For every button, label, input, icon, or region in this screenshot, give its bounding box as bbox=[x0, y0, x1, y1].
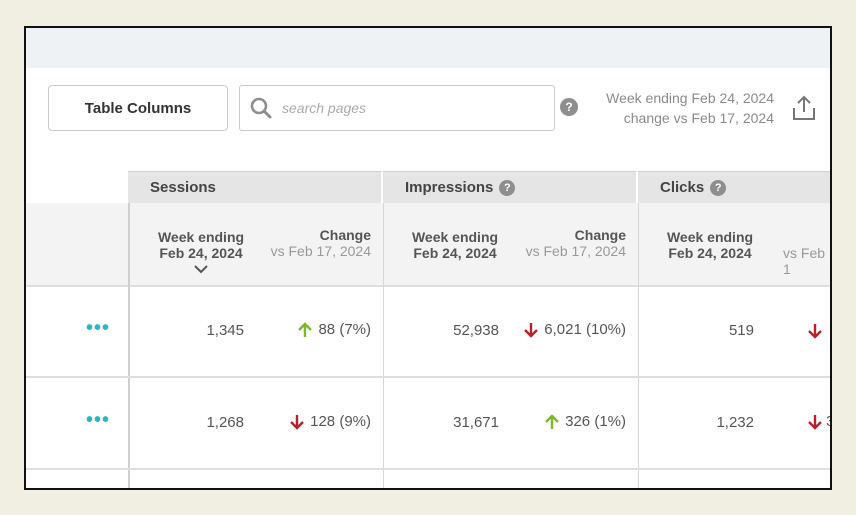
top-bar bbox=[26, 28, 830, 68]
header-line-2: vs Feb 17, 2024 bbox=[270, 243, 371, 259]
clicks-change: 35 bbox=[808, 413, 830, 430]
header-line-1: Week ending bbox=[666, 229, 754, 245]
search-icon bbox=[250, 97, 272, 119]
row-divider bbox=[26, 376, 830, 378]
period-line-2: change vs Feb 17, 2024 bbox=[623, 110, 774, 126]
group-header-clicks: Clicks ? bbox=[638, 171, 830, 203]
arrow-down-icon bbox=[808, 414, 822, 430]
impressions-value: 52,938 bbox=[453, 322, 499, 339]
group-header-impressions: Impressions ? bbox=[383, 171, 638, 203]
change-value: 6,021 (10%) bbox=[544, 321, 626, 338]
row-divider bbox=[26, 468, 830, 470]
header-line-2: Feb 24, 2024 bbox=[668, 245, 752, 261]
column-divider bbox=[638, 203, 639, 488]
group-label: Impressions bbox=[405, 179, 494, 196]
header-line-2: Feb 24, 2024 bbox=[413, 245, 497, 261]
chevron-down-icon[interactable] bbox=[193, 264, 209, 276]
export-icon[interactable] bbox=[791, 95, 817, 123]
period-line-1: Week ending Feb 24, 2024 bbox=[606, 90, 774, 106]
impressions-change-header[interactable]: Change vs Feb 17, 2024 bbox=[506, 227, 626, 259]
group-label: Sessions bbox=[150, 179, 216, 196]
clicks-change-header[interactable]: vs Feb 1 bbox=[783, 245, 830, 277]
change-value: 128 (9%) bbox=[310, 413, 371, 430]
help-icon[interactable]: ? bbox=[710, 179, 727, 196]
arrow-down-icon bbox=[524, 322, 539, 338]
search-input[interactable] bbox=[280, 99, 544, 117]
header-line-2: vs Feb 17, 2024 bbox=[525, 243, 626, 259]
header-line-2: Feb 24, 2024 bbox=[159, 245, 243, 261]
header-line-1: Week ending bbox=[411, 229, 499, 245]
group-label: Clicks bbox=[660, 179, 705, 196]
clicks-value: 1,232 bbox=[716, 414, 754, 431]
help-icon[interactable]: ? bbox=[560, 98, 578, 116]
header-line-1: Change bbox=[319, 227, 371, 243]
header-line-2: vs Feb 1 bbox=[783, 245, 826, 277]
change-value: 326 (1%) bbox=[565, 413, 626, 430]
sessions-change: 128 (9%) bbox=[231, 413, 371, 430]
arrow-down-icon bbox=[808, 324, 822, 339]
column-divider bbox=[128, 203, 130, 488]
column-divider bbox=[383, 203, 384, 488]
group-header-sessions: Sessions bbox=[128, 171, 383, 203]
impressions-change: 6,021 (10%) bbox=[486, 321, 626, 338]
sessions-value: 1,268 bbox=[206, 414, 244, 431]
period-label: Week ending Feb 24, 2024 change vs Feb 1… bbox=[606, 88, 774, 128]
clicks-week-header[interactable]: Week ending Feb 24, 2024 bbox=[655, 229, 765, 261]
sessions-week-header[interactable]: Week ending Feb 24, 2024 bbox=[146, 229, 256, 279]
table-columns-button[interactable]: Table Columns bbox=[48, 85, 228, 131]
sessions-value: 1,345 bbox=[206, 322, 244, 339]
impressions-week-header[interactable]: Week ending Feb 24, 2024 bbox=[400, 229, 510, 261]
impressions-change: 326 (1%) bbox=[486, 413, 626, 430]
header-line-1: Change bbox=[574, 227, 626, 243]
sessions-change-header[interactable]: Change vs Feb 17, 2024 bbox=[251, 227, 371, 259]
search-box[interactable] bbox=[239, 85, 555, 131]
change-value: 35 bbox=[826, 413, 830, 430]
more-icon[interactable]: ••• bbox=[86, 409, 110, 432]
more-icon[interactable]: ••• bbox=[86, 317, 110, 340]
arrow-up-icon bbox=[545, 413, 559, 429]
impressions-value: 31,671 bbox=[453, 414, 499, 431]
arrow-down-icon bbox=[290, 414, 304, 430]
help-icon[interactable]: ? bbox=[499, 179, 516, 196]
app-frame: Table Columns ? Week ending Feb 24, 2024… bbox=[24, 26, 832, 490]
sessions-change: 88 (7%) bbox=[231, 321, 371, 338]
header-line-1: Week ending bbox=[157, 229, 245, 245]
clicks-value: 519 bbox=[728, 322, 754, 339]
arrow-up-icon bbox=[298, 321, 313, 337]
change-value: 88 (7%) bbox=[318, 321, 371, 338]
